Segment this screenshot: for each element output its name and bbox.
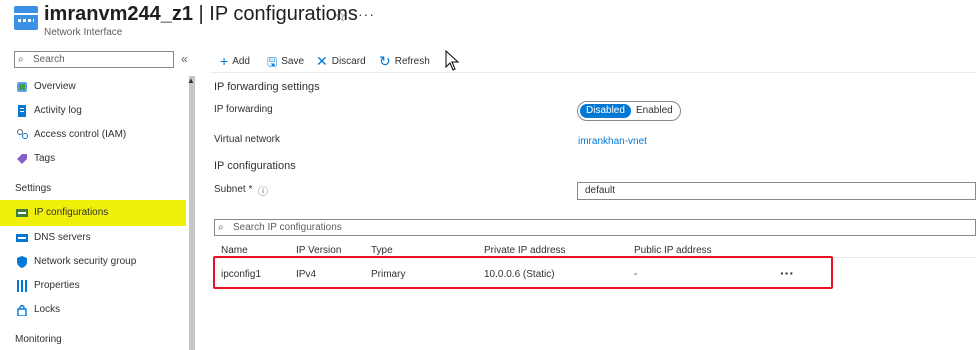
search-icon: ⌕ xyxy=(18,54,24,65)
search-icon: ⌕ xyxy=(218,222,224,233)
close-icon: ✕ xyxy=(316,53,328,69)
cell-name[interactable]: ipconfig1 xyxy=(221,269,261,280)
ip-forwarding-label: IP forwarding xyxy=(214,104,273,115)
refresh-icon: ↻ xyxy=(379,53,391,69)
sidebar-item-overview[interactable]: Overview xyxy=(0,75,186,99)
network-interface-icon xyxy=(14,6,38,30)
scroll-up-icon[interactable]: ▲ xyxy=(187,76,195,85)
info-icon[interactable]: ⓘ xyxy=(258,183,268,198)
column-header-private-ip[interactable]: Private IP address xyxy=(484,245,566,256)
ip-configurations-heading: IP configurations xyxy=(214,160,296,172)
add-button[interactable]: + Add xyxy=(220,53,250,69)
lock-icon xyxy=(16,304,28,317)
tag-icon xyxy=(16,153,28,165)
save-icon: 🖫 xyxy=(267,55,278,69)
row-more-actions-button[interactable]: ··· xyxy=(780,265,794,281)
toggle-disabled-option[interactable]: Disabled xyxy=(580,104,631,118)
virtual-network-link[interactable]: imrankhan-vnet xyxy=(578,136,647,147)
toolbar-divider xyxy=(210,72,976,73)
sidebar-item-activity-log[interactable]: Activity log xyxy=(0,99,186,123)
sidebar-item-dns-servers[interactable]: DNS servers xyxy=(0,226,186,250)
cell-public-ip: - xyxy=(634,269,638,280)
subnet-label: Subnet * xyxy=(214,184,253,195)
sidebar-item-locks[interactable]: Locks xyxy=(0,298,186,322)
cell-private-ip: 10.0.0.6 (Static) xyxy=(484,269,555,280)
dns-icon xyxy=(16,232,28,244)
star-icon[interactable]: ☆ xyxy=(334,8,347,25)
toggle-enabled-option[interactable]: Enabled xyxy=(630,104,679,118)
resource-type-label: Network Interface xyxy=(44,27,123,38)
search-ip-configurations-input[interactable]: Search IP configurations xyxy=(214,219,976,236)
column-header-type[interactable]: Type xyxy=(371,245,393,256)
ip-forwarding-heading: IP forwarding settings xyxy=(214,81,320,93)
sidebar-item-network-security-group[interactable]: Network security group xyxy=(0,250,186,274)
column-header-public-ip[interactable]: Public IP address xyxy=(634,245,712,256)
virtual-network-label: Virtual network xyxy=(214,134,280,145)
settings-heading: Settings xyxy=(15,183,52,194)
refresh-button[interactable]: ↻ Refresh xyxy=(379,53,430,70)
page-title: imranvm244_z1 | IP configurations xyxy=(44,3,358,25)
cell-type: Primary xyxy=(371,269,406,280)
ip-config-icon xyxy=(16,207,28,219)
cell-ip-version: IPv4 xyxy=(296,269,317,280)
sidebar-item-tags[interactable]: Tags xyxy=(0,147,186,171)
properties-icon xyxy=(16,280,28,292)
ip-forwarding-toggle[interactable]: Disabled Enabled xyxy=(577,101,681,121)
nsg-shield-icon xyxy=(16,256,28,268)
column-header-name[interactable]: Name xyxy=(221,245,248,256)
sidebar-search-input[interactable]: Search xyxy=(14,51,174,68)
monitoring-heading: Monitoring xyxy=(15,334,62,345)
sidebar-item-properties[interactable]: Properties xyxy=(0,274,186,298)
overview-icon xyxy=(16,81,28,93)
ellipsis-icon[interactable]: ··· xyxy=(358,6,375,22)
discard-button[interactable]: ✕ Discard xyxy=(316,53,366,70)
column-header-ip-version[interactable]: IP Version xyxy=(296,245,341,256)
mouse-cursor-icon xyxy=(445,50,460,71)
sidebar-scrollbar[interactable] xyxy=(189,76,195,350)
plus-icon: + xyxy=(220,53,229,69)
sidebar-item-ip-configurations[interactable]: IP configurations xyxy=(0,200,186,226)
activity-log-icon xyxy=(16,105,28,117)
save-button[interactable]: 🖫 Save xyxy=(267,53,304,74)
iam-icon xyxy=(16,129,28,141)
double-chevron-left-icon[interactable]: « xyxy=(181,52,188,66)
subnet-dropdown[interactable]: default xyxy=(577,182,976,200)
sidebar-item-iam[interactable]: Access control (IAM) xyxy=(0,123,186,147)
